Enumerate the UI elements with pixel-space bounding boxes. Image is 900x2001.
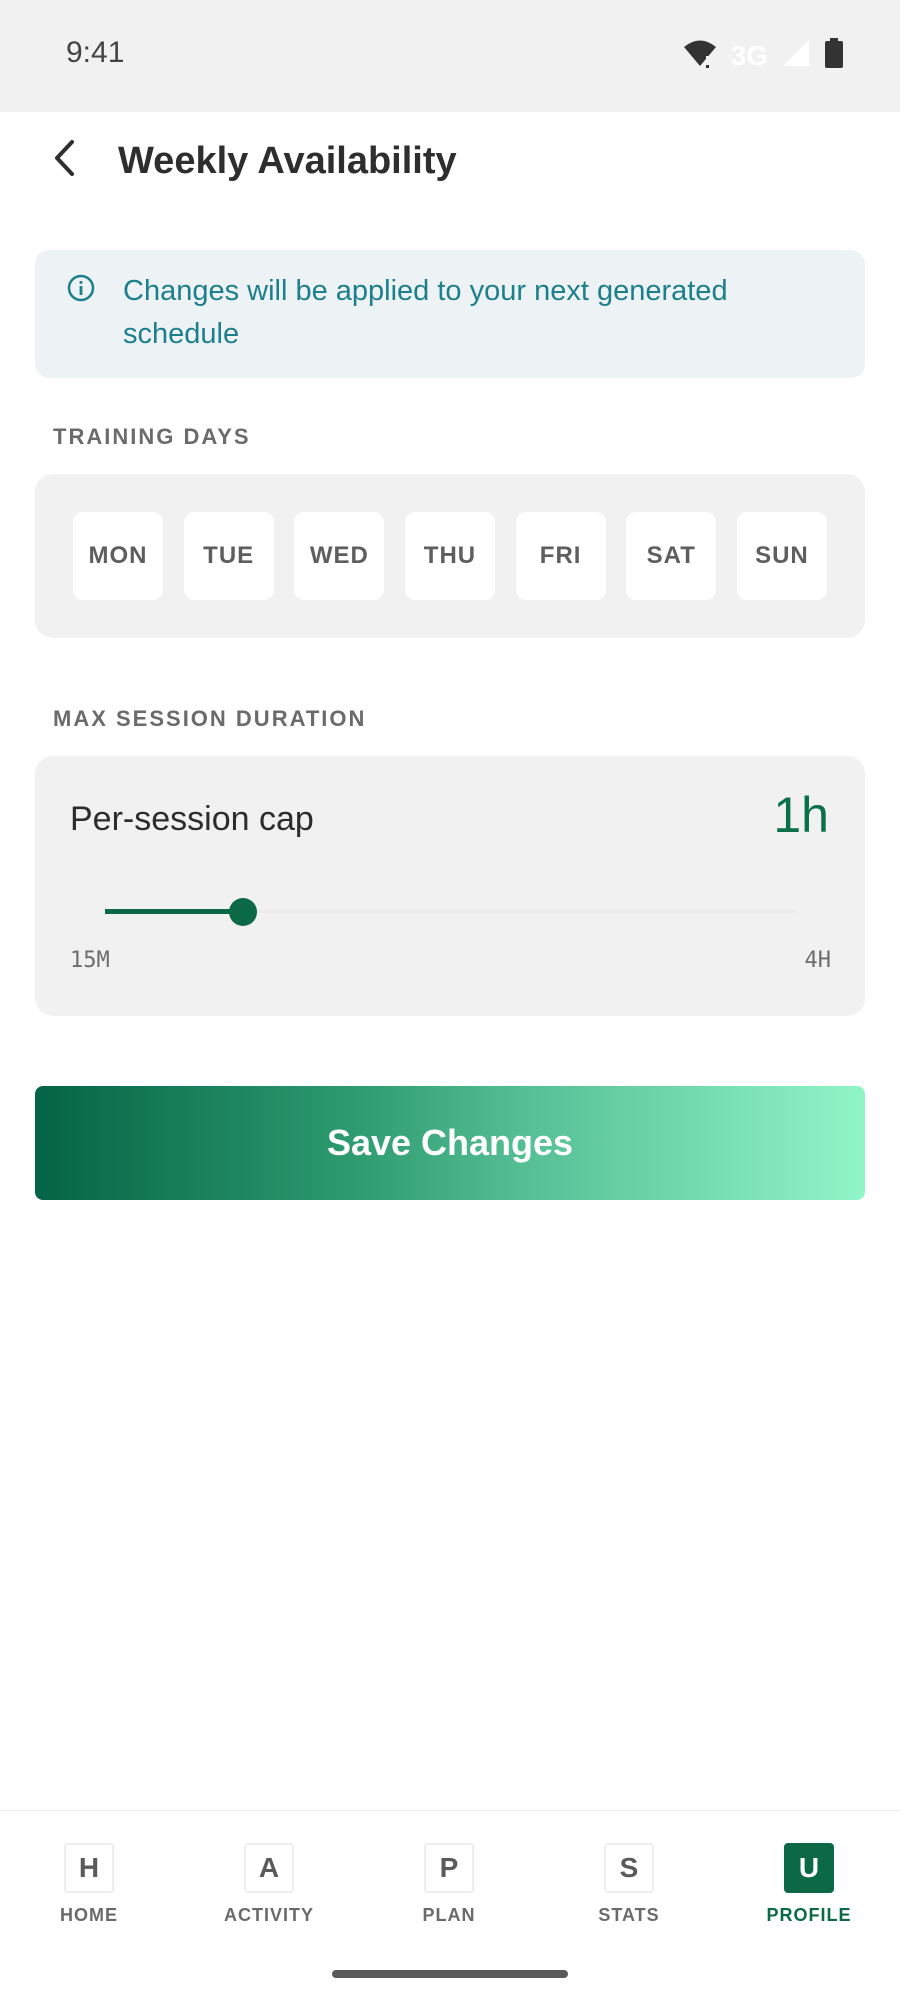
day-chip-sat[interactable]: SAT [626, 512, 717, 600]
nav-label-activity: ACTIVITY [223, 1905, 314, 1925]
nav-label-home: HOME [60, 1905, 118, 1925]
per-session-cap-value: 1h [773, 787, 829, 843]
nav-item-plan[interactable]: P PLAN [379, 1843, 519, 1926]
status-icons: 3G [683, 38, 844, 73]
training-days-label: TRAINING DAYS [53, 424, 251, 449]
day-chip-fri[interactable]: FRI [515, 512, 606, 600]
status-bar: 9:41 3G [0, 0, 900, 112]
nav-item-profile[interactable]: U PROFILE [739, 1843, 879, 1926]
stats-icon: S [604, 1843, 654, 1893]
activity-icon: A [244, 1843, 294, 1893]
per-session-cap-label: Per-session cap [70, 800, 314, 838]
profile-icon: U [784, 1843, 834, 1893]
day-chip-wed[interactable]: WED [294, 512, 385, 600]
training-days-selector: MON TUE WED THU FRI SAT SUN [35, 474, 865, 638]
slider-fill [105, 909, 243, 914]
header: Weekly Availability [0, 112, 900, 222]
day-chip-mon[interactable]: MON [73, 512, 163, 600]
day-chip-tue[interactable]: TUE [183, 512, 274, 600]
cellular-signal-icon [782, 39, 810, 72]
nav-label-plan: PLAN [422, 1905, 476, 1925]
info-banner: Changes will be applied to your next gen… [35, 250, 865, 378]
wifi-icon [683, 38, 717, 73]
network-type-label: 3G [730, 39, 768, 71]
session-duration-slider[interactable] [105, 894, 795, 930]
day-chip-thu[interactable]: THU [404, 512, 495, 600]
page-title: Weekly Availability [118, 140, 457, 182]
back-button[interactable] [40, 136, 88, 184]
nav-label-profile: PROFILE [766, 1905, 852, 1925]
save-changes-button[interactable]: Save Changes [35, 1086, 865, 1200]
nav-item-home[interactable]: H HOME [19, 1843, 159, 1926]
home-indicator[interactable] [332, 1970, 568, 1978]
nav-item-stats[interactable]: S STATS [559, 1843, 699, 1926]
slider-max-label: 4H [804, 948, 832, 973]
home-icon: H [64, 1843, 114, 1893]
nav-item-activity[interactable]: A ACTIVITY [199, 1843, 339, 1926]
max-session-duration-label: MAX SESSION DURATION [53, 706, 367, 731]
slider-min-label: 15M [70, 948, 110, 973]
slider-thumb[interactable] [229, 898, 257, 926]
nav-label-stats: STATS [598, 1905, 660, 1925]
info-banner-text: Changes will be applied to your next gen… [123, 275, 728, 350]
chevron-left-icon [51, 138, 77, 183]
plan-icon: P [424, 1843, 474, 1893]
status-time: 9:41 [66, 36, 125, 69]
session-duration-card: Per-session cap 1h 15M 4H [35, 756, 865, 1016]
battery-icon [824, 38, 844, 73]
day-chip-sun[interactable]: SUN [736, 512, 827, 600]
info-icon [67, 274, 95, 302]
